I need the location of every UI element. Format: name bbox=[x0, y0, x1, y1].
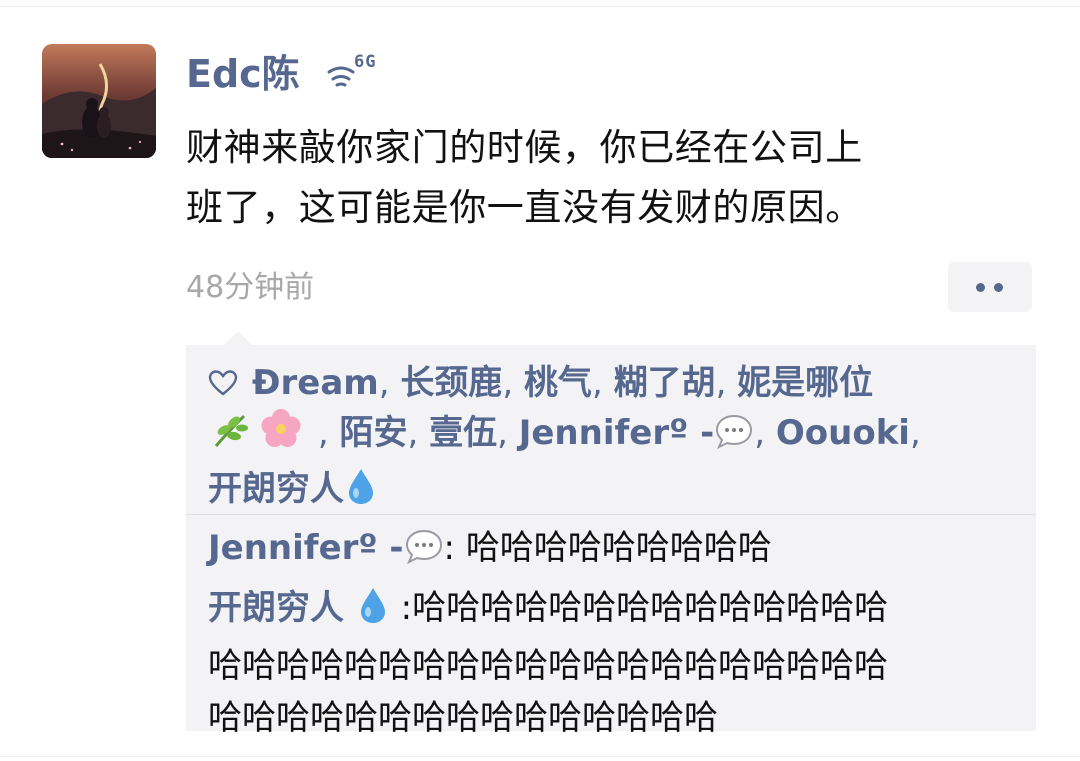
like-separator: , bbox=[378, 363, 401, 403]
comment-author-link[interactable]: Jenniferº - bbox=[208, 528, 444, 568]
comment-author-name: 开朗穷人 bbox=[208, 588, 344, 628]
more-actions-button[interactable] bbox=[948, 262, 1032, 312]
droplet-emoji bbox=[356, 585, 390, 640]
top-divider bbox=[0, 6, 1080, 7]
like-separator: , bbox=[909, 413, 921, 453]
like-user-link[interactable]: 开朗穷人 bbox=[208, 469, 378, 509]
comment-colon: : bbox=[443, 528, 455, 568]
like-separator: , bbox=[754, 413, 776, 453]
comment-colon: : bbox=[400, 588, 413, 628]
post-text-line: 财神来敲你家门的时候，你已经在公司上 bbox=[186, 126, 863, 169]
cherry-blossom-emoji bbox=[256, 408, 306, 464]
likes-comments-divider bbox=[186, 514, 1036, 515]
comment-author-link[interactable]: 开朗穷人 bbox=[208, 588, 390, 628]
bottom-divider bbox=[0, 756, 1080, 757]
like-separator: , bbox=[317, 413, 340, 453]
panel-caret bbox=[224, 331, 252, 345]
like-user-link[interactable]: Đream bbox=[252, 363, 379, 403]
droplet-emoji bbox=[344, 466, 378, 520]
post-text-line: 班了，这可能是你一直没有发财的原因。 bbox=[186, 186, 863, 229]
like-separator: , bbox=[715, 363, 738, 403]
herb-emoji bbox=[208, 410, 256, 464]
like-user-link[interactable]: 壹伍 bbox=[429, 413, 497, 453]
like-user-name: Jenniferº - bbox=[518, 413, 715, 453]
wifi-icon bbox=[327, 66, 355, 87]
comment-text: 哈哈哈哈哈哈哈哈哈哈哈哈哈哈哈 bbox=[208, 698, 718, 738]
post-text: 财神来敲你家门的时候，你已经在公司上 班了，这可能是你一直没有发财的原因。 bbox=[186, 118, 1036, 238]
like-user-link[interactable]: 糊了胡 bbox=[614, 363, 716, 403]
like-user-link[interactable]: 陌安 bbox=[339, 413, 407, 453]
like-user-name: 开朗穷人 bbox=[208, 469, 344, 509]
comment-text: 哈哈哈哈哈哈哈哈哈 bbox=[465, 528, 772, 568]
comment-item[interactable]: Jenniferº - : 哈哈哈哈哈哈哈哈哈 bbox=[208, 522, 1023, 580]
like-user-link[interactable]: 桃气 bbox=[524, 363, 592, 403]
comment-text: 哈哈哈哈哈哈哈哈哈哈哈哈哈哈 bbox=[412, 588, 889, 628]
like-user-link[interactable]: 长颈鹿 bbox=[400, 363, 502, 403]
like-separator: , bbox=[591, 363, 614, 403]
username-link[interactable]: Edc陈 bbox=[186, 48, 300, 100]
like-separator: , bbox=[497, 413, 519, 453]
speech-bubble-emoji bbox=[404, 527, 444, 580]
like-user-link[interactable]: Jenniferº - bbox=[519, 413, 755, 453]
avatar[interactable] bbox=[42, 44, 156, 158]
network-label: 6G bbox=[354, 52, 377, 72]
comment-item[interactable]: 开朗穷人 :哈哈哈哈哈哈哈哈哈哈哈哈哈哈 哈哈哈哈哈哈哈哈哈哈哈哈哈哈哈哈哈哈哈… bbox=[208, 582, 1023, 744]
comment-author-name: Jenniferº - bbox=[208, 528, 404, 568]
heart-outline-icon bbox=[208, 358, 252, 408]
like-separator: , bbox=[502, 363, 524, 403]
likes-list: Đream, 长颈鹿, 桃气, 糊了胡, 妮是哪位 , 陌安, 壹伍, Jenn… bbox=[208, 358, 1018, 520]
speech-bubble-emoji bbox=[714, 412, 754, 464]
post-timestamp: 48分钟前 bbox=[186, 270, 315, 305]
like-user-link[interactable] bbox=[208, 409, 318, 453]
like-user-link[interactable]: 妮是哪位 bbox=[737, 363, 873, 403]
network-badge: 6G bbox=[326, 52, 406, 92]
like-separator: , bbox=[407, 413, 430, 453]
comment-text: 哈哈哈哈哈哈哈哈哈哈哈哈哈哈哈哈哈哈哈哈 bbox=[208, 646, 888, 686]
like-user-link[interactable]: Oouoki bbox=[776, 413, 910, 453]
